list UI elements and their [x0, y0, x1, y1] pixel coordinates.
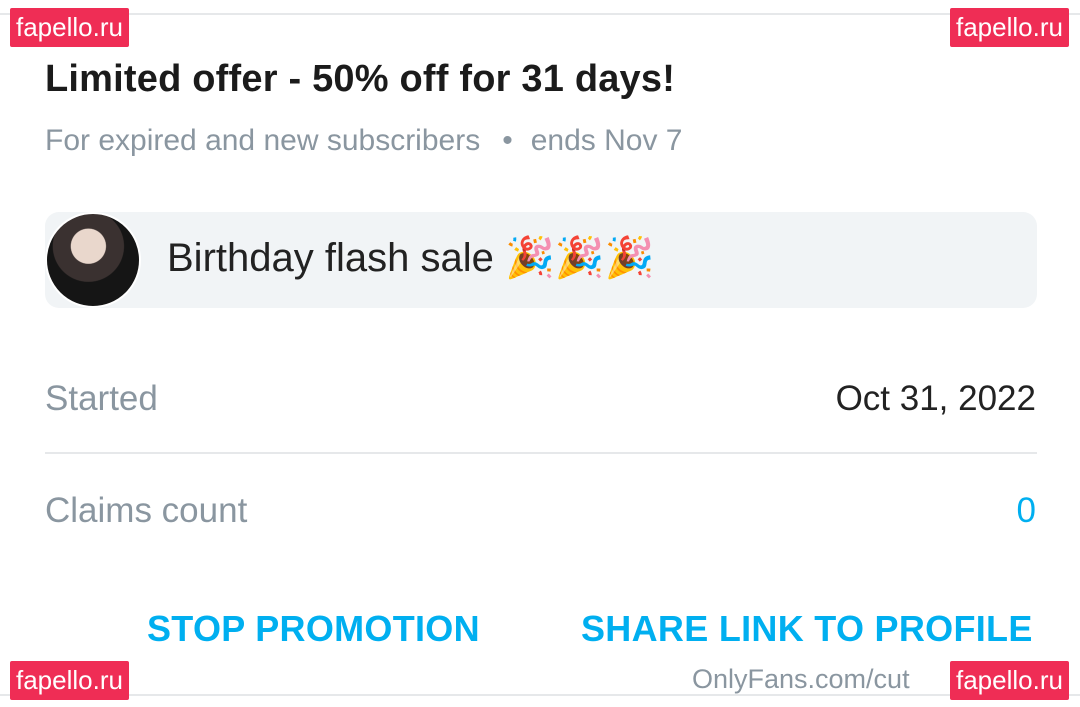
separator-dot: • [502, 124, 513, 157]
offer-audience: For expired and new subscribers [45, 124, 481, 157]
watermark-top-right: fapello.ru [950, 8, 1069, 47]
top-divider [0, 13, 1080, 15]
footer-url: OnlyFans.com/cut [692, 664, 910, 694]
offer-subtitle: For expired and new subscribers • ends Nov… [45, 124, 683, 158]
stop-promotion-button[interactable]: STOP PROMOTION [147, 608, 480, 650]
watermark-top-left: fapello.ru [10, 8, 129, 47]
offer-ends: ends Nov 7 [530, 124, 683, 157]
promo-message-text: Birthday flash sale 🎉🎉🎉 [167, 236, 655, 280]
row-divider [45, 452, 1037, 454]
watermark-bottom-right: fapello.ru [950, 661, 1069, 700]
claims-count-value[interactable]: 0 [1017, 491, 1036, 531]
claims-count-label: Claims count [45, 491, 248, 530]
bottom-divider [0, 694, 1080, 696]
started-label: Started [45, 379, 158, 418]
started-value: Oct 31, 2022 [835, 379, 1036, 418]
watermark-bottom-left: fapello.ru [10, 661, 129, 700]
share-link-button[interactable]: SHARE LINK TO PROFILE [581, 608, 1033, 650]
offer-title: Limited offer - 50% off for 31 days! [45, 58, 676, 100]
avatar[interactable] [45, 212, 141, 308]
promo-message-box: Birthday flash sale 🎉🎉🎉 [45, 212, 1037, 308]
